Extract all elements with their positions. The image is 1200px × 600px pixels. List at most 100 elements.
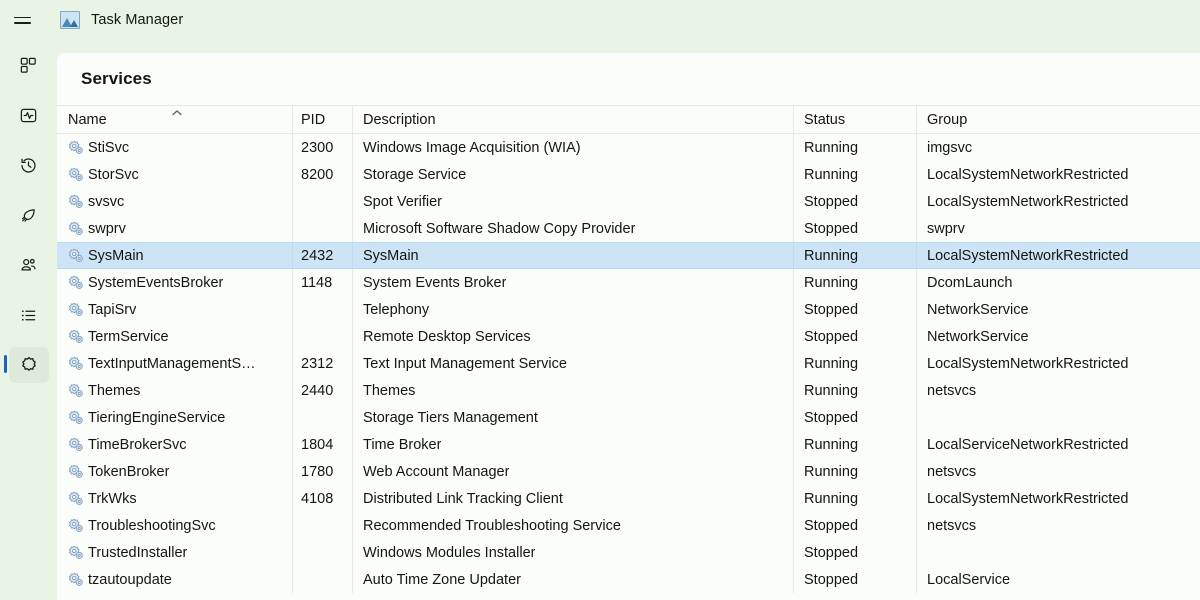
cell-name: TroubleshootingSvc — [57, 512, 292, 539]
hamburger-line — [14, 22, 31, 24]
cell-pid — [293, 539, 351, 566]
sidebar-item-services[interactable] — [0, 340, 57, 390]
cell-group: DcomLaunch — [917, 269, 1200, 296]
cell-pid — [293, 296, 351, 323]
service-gear-icon — [68, 248, 84, 263]
cell-group: LocalSystemNetworkRestricted — [917, 350, 1200, 377]
cell-status: Running — [794, 458, 916, 485]
table-row[interactable]: svsvcSpot VerifierStoppedLocalSystemNetw… — [57, 188, 1200, 215]
table-row[interactable]: StiSvc2300 Windows Image Acquisition (WIA… — [57, 134, 1200, 161]
cell-pid: 4108 — [293, 485, 351, 512]
service-name: TokenBroker — [88, 464, 169, 480]
table-row[interactable]: TieringEngineService Storage Tiers Manage… — [57, 404, 1200, 431]
cell-group-text: imgsvc — [927, 140, 972, 156]
sidebar-item-startup-apps[interactable] — [0, 190, 57, 240]
sidebar-item-users[interactable] — [0, 240, 57, 290]
cell-status: Stopped — [794, 566, 916, 593]
cell-description: Time Broker — [353, 431, 793, 458]
cell-pid-text: 1148 — [301, 275, 332, 291]
sidebar-item-processes[interactable] — [0, 40, 57, 90]
performance-icon — [19, 106, 38, 125]
cell-status: Running — [794, 134, 916, 161]
cell-pid: 2312 — [293, 350, 351, 377]
cell-group-text: netsvcs — [927, 383, 976, 399]
table-row[interactable]: TroubleshootingSvc Recommended Troublesho… — [57, 512, 1200, 539]
table-row[interactable]: StorSvc8200Storage ServiceRunningLocalSy… — [57, 161, 1200, 188]
column-header-pid[interactable]: PID — [293, 106, 351, 133]
table-row[interactable]: TapiSrvTelephonyStoppedNetworkService — [57, 296, 1200, 323]
sidebar-item-performance[interactable] — [0, 90, 57, 140]
service-name: SysMain — [88, 248, 144, 264]
cell-status: Stopped — [794, 296, 916, 323]
cell-description-text: Storage Service — [363, 167, 466, 183]
cell-pid: 2300 — [293, 134, 351, 161]
cell-pid — [293, 512, 351, 539]
cell-group: LocalSystemNetworkRestricted — [917, 161, 1200, 188]
service-name: TermService — [88, 329, 169, 345]
sidebar-item-app-history[interactable] — [0, 140, 57, 190]
hamburger-menu[interactable] — [0, 0, 44, 40]
cell-group: LocalSystemNetworkRestricted — [917, 485, 1200, 512]
table-row[interactable]: tzautoupdate Auto Time Zone UpdaterStoppe… — [57, 566, 1200, 593]
service-gear-icon — [68, 545, 84, 560]
cell-pid: 1804 — [293, 431, 351, 458]
cell-pid-text: 2432 — [301, 248, 333, 264]
cell-name: StiSvc — [57, 134, 292, 161]
table-row[interactable]: TermServiceRemote Desktop ServicesStoppe… — [57, 323, 1200, 350]
service-gear-icon — [68, 491, 84, 506]
cell-group: swprv — [917, 215, 1200, 242]
cell-name: TermService — [57, 323, 292, 350]
table-row[interactable]: TrkWks4108Distributed Link Tracking Clie… — [57, 485, 1200, 512]
cell-description: Microsoft Software Shadow Copy Provider — [353, 215, 793, 242]
users-icon — [19, 256, 38, 275]
service-gear-icon — [68, 140, 84, 155]
cell-name: TokenBroker — [57, 458, 292, 485]
cell-group-text: LocalSystemNetworkRestricted — [927, 167, 1128, 183]
cell-name: StorSvc — [57, 161, 292, 188]
table-row[interactable]: SystemEventsBroker1148System Events Brok… — [57, 269, 1200, 296]
page-title: Services — [81, 69, 152, 89]
cell-group-text: NetworkService — [927, 302, 1029, 318]
table-row[interactable]: Themes2440ThemesRunningnetsvcs — [57, 377, 1200, 404]
cell-description-text: Remote Desktop Services — [363, 329, 531, 345]
table-row[interactable]: TokenBroker1780Web Account ManagerRunnin… — [57, 458, 1200, 485]
column-header-status[interactable]: Status — [794, 106, 916, 133]
service-name: Themes — [88, 383, 140, 399]
processes-icon — [19, 56, 38, 75]
cell-group: netsvcs — [917, 458, 1200, 485]
cell-description-text: Recommended Troubleshooting Service — [363, 518, 621, 534]
cell-pid — [293, 404, 351, 431]
cell-status-text: Running — [804, 248, 858, 264]
cell-description: Auto Time Zone Updater — [353, 566, 793, 593]
hamburger-line — [14, 17, 31, 19]
cell-group-text: swprv — [927, 221, 965, 237]
title-bar: Task Manager — [0, 0, 1200, 40]
table-row[interactable]: TimeBrokerSvc1804Time BrokerRunningLocal… — [57, 431, 1200, 458]
window-title: Task Manager — [91, 12, 183, 28]
column-header-description[interactable]: Description — [353, 106, 793, 133]
table-body: StiSvc2300 Windows Image Acquisition (WIA… — [57, 134, 1200, 593]
table-row[interactable]: TextInputManagementS…2312Text Input Mana… — [57, 350, 1200, 377]
table-row[interactable]: SysMain2432SysMainRunningLocalSystemNetw… — [57, 242, 1200, 269]
cell-name: TextInputManagementS… — [57, 350, 292, 377]
column-header-group[interactable]: Group — [917, 106, 1200, 133]
service-name: tzautoupdate — [88, 572, 172, 588]
cell-pid: 2432 — [293, 243, 351, 268]
column-header-name[interactable]: Name — [57, 106, 292, 133]
table-row[interactable]: swprv Microsoft Software Shadow Copy Prov… — [57, 215, 1200, 242]
cell-description-text: Windows Image Acquisition (WIA) — [363, 140, 581, 156]
cell-group-text: LocalServiceNetworkRestricted — [927, 437, 1128, 453]
sidebar-item-details[interactable] — [0, 290, 57, 340]
cell-name: svsvc — [57, 188, 292, 215]
table-header-row: Name PID Description Status Group — [57, 105, 1200, 134]
cell-status: Running — [794, 485, 916, 512]
cell-group-text: LocalSystemNetworkRestricted — [927, 248, 1128, 264]
service-gear-icon — [68, 410, 84, 425]
cell-group-text: NetworkService — [927, 329, 1029, 345]
service-name: svsvc — [88, 194, 124, 210]
cell-name: TieringEngineService — [57, 404, 292, 431]
table-row[interactable]: TrustedInstallerWindows Modules Installe… — [57, 539, 1200, 566]
cell-name: TimeBrokerSvc — [57, 431, 292, 458]
cell-description: Storage Tiers Management — [353, 404, 793, 431]
task-manager-icon — [60, 11, 80, 29]
